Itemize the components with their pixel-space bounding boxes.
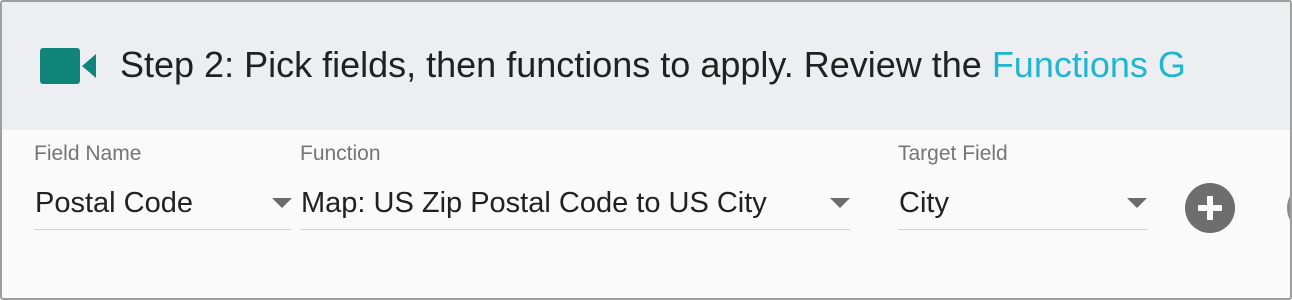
function-label: Function — [300, 142, 381, 165]
add-mapping-button[interactable] — [1185, 183, 1235, 233]
chevron-down-icon — [830, 198, 850, 208]
target-field-label: Target Field — [898, 142, 1008, 165]
function-select[interactable]: Map: US Zip Postal Code to US City — [300, 178, 850, 230]
video-camera-icon — [40, 48, 96, 84]
step-title: Step 2: Pick fields, then functions to a… — [120, 42, 1186, 88]
target-field-select[interactable]: City — [898, 178, 1148, 230]
functions-guide-link[interactable]: Functions G — [992, 44, 1186, 85]
function-value: Map: US Zip Postal Code to US City — [301, 187, 767, 219]
chevron-down-icon — [272, 198, 292, 208]
target-field-value: City — [899, 187, 949, 219]
field-name-value: Postal Code — [35, 187, 193, 219]
field-name-select[interactable]: Postal Code — [34, 178, 292, 230]
secondary-circle-button[interactable] — [1287, 183, 1290, 233]
step-title-text: Step 2: Pick fields, then functions to a… — [120, 44, 992, 85]
mapping-panel: Step 2: Pick fields, then functions to a… — [0, 0, 1292, 300]
field-name-label: Field Name — [34, 142, 142, 165]
chevron-down-icon — [1127, 198, 1147, 208]
step-header: Step 2: Pick fields, then functions to a… — [2, 2, 1290, 130]
